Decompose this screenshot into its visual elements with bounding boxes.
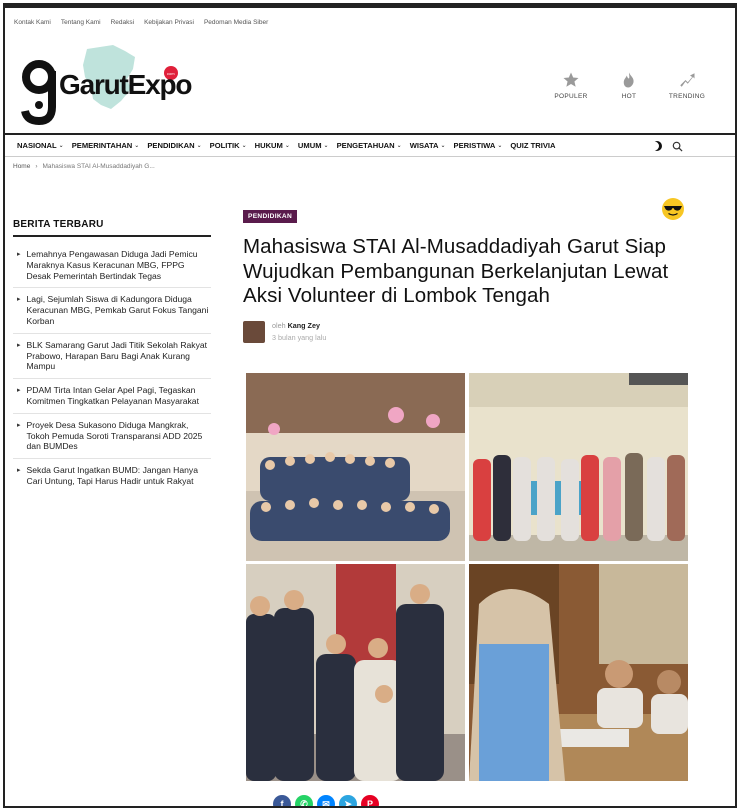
- topbar-link-kontak[interactable]: Kontak Kami: [14, 19, 51, 26]
- logo-text: GarutExpo: [59, 69, 193, 100]
- chevron-down-icon: ⌄: [440, 143, 446, 149]
- sidebar-news-item[interactable]: ▸ Sekda Garut Ingatkan BUMD: Jangan Hanya…: [13, 459, 211, 493]
- site-logo[interactable]: com GarutExpo: [17, 43, 193, 127]
- bullet-icon: ▸: [17, 467, 21, 475]
- author-avatar[interactable]: [243, 320, 265, 343]
- photo-banner-group: [469, 373, 688, 561]
- nav-tools: [651, 140, 683, 152]
- author-line: oleh Kang Zey: [272, 320, 320, 330]
- topbar-link-privasi[interactable]: Kebijakan Privasi: [144, 19, 194, 26]
- nav-item-umum[interactable]: UMUM ⌄: [298, 141, 329, 150]
- page-frame: Kontak Kami Tentang Kami Redaksi Kebijak…: [3, 3, 737, 808]
- messenger-icon[interactable]: ✉: [317, 795, 335, 806]
- share-buttons: f ✆ ✉ ➤ P: [273, 795, 379, 806]
- hot-button[interactable]: HOT: [607, 71, 651, 100]
- nav-item-wisata[interactable]: WISATA ⌄: [410, 141, 446, 150]
- facebook-icon[interactable]: f: [273, 795, 291, 806]
- main-nav: NASIONAL ⌄ PEMERINTAHAN ⌄ PENDIDIKAN ⌄ POLI…: [5, 133, 735, 157]
- chevron-down-icon: ⌄: [241, 143, 247, 149]
- populer-label: POPULER: [554, 93, 588, 100]
- trending-icon: [680, 73, 695, 87]
- bullet-icon: ▸: [17, 251, 21, 258]
- breadcrumb: Home › Mahasiswa STAI Al-Musaddadiyah G.…: [13, 163, 155, 170]
- chevron-down-icon: ⌄: [396, 143, 402, 149]
- nav-item-hukum[interactable]: HUKUM ⌄: [255, 141, 290, 150]
- photo-group-indoor: [246, 373, 465, 561]
- sidebar-latest-news: BERITA TERBARU ▸ Lemahnya Pengawasan Didu…: [13, 219, 211, 493]
- nav-item-pengetahuan[interactable]: PENGETAHUAN ⌄: [337, 141, 402, 150]
- chevron-down-icon: ⌄: [134, 143, 140, 149]
- nav-item-peristiwa[interactable]: PERISTIWA ⌄: [454, 141, 503, 150]
- sidebar-news-item[interactable]: ▸ Lagi, Sejumlah Siswa di Kadungora Didug…: [13, 288, 211, 334]
- chevron-down-icon: ⌄: [323, 143, 329, 149]
- bullet-icon: ▸: [17, 387, 21, 395]
- sidebar-news-item[interactable]: ▸ Proyek Desa Sukasono Diduga Mangkrak, T…: [13, 414, 211, 460]
- topbar-link-redaksi[interactable]: Redaksi: [111, 19, 134, 26]
- nav-item-politik[interactable]: POLITIK ⌄: [210, 141, 247, 150]
- chevron-down-icon: ⌄: [284, 143, 290, 149]
- pinterest-icon[interactable]: P: [361, 795, 379, 806]
- publish-time: 3 bulan yang lalu: [272, 332, 327, 342]
- category-badge[interactable]: PENDIDIKAN: [243, 210, 298, 223]
- trending-label: TRENDING: [668, 93, 706, 100]
- site-header: com GarutExpo POPULER HOT TRENDING: [5, 37, 735, 133]
- author-name[interactable]: Kang Zey: [288, 321, 320, 330]
- topbar-link-pedoman[interactable]: Pedoman Media Siber: [204, 19, 268, 26]
- nav-item-pendidikan[interactable]: PENDIDIKAN ⌄: [147, 141, 201, 150]
- breadcrumb-home[interactable]: Home: [13, 163, 30, 170]
- sidebar-news-item[interactable]: ▸ BLK Samarang Garut Jadi Titik Sekolah R…: [13, 334, 211, 380]
- article-header: PENDIDIKAN Mahasiswa STAI Al-Musaddadiya…: [243, 198, 689, 343]
- sidebar-news-item[interactable]: ▸ PDAM Tirta Intan Gelar Apel Pagi, Tegas…: [13, 379, 211, 414]
- photo-students-posing: [246, 564, 465, 781]
- trending-button[interactable]: TRENDING: [665, 71, 709, 100]
- bullet-icon: ▸: [17, 341, 21, 349]
- whatsapp-icon[interactable]: ✆: [295, 795, 313, 806]
- search-icon[interactable]: [672, 141, 683, 152]
- nav-item-pemerintahan[interactable]: PEMERINTAHAN ⌄: [72, 141, 140, 150]
- top-links-bar: Kontak Kami Tentang Kami Redaksi Kebijak…: [5, 5, 735, 37]
- chevron-down-icon: ⌄: [58, 143, 64, 149]
- bullet-icon: ▸: [17, 296, 21, 304]
- chevron-down-icon: ⌄: [497, 143, 503, 149]
- hot-label: HOT: [621, 93, 637, 100]
- photo-teaching-children: [469, 564, 688, 781]
- breadcrumb-current: Mahasiswa STAI Al-Musaddadiyah G...: [42, 163, 155, 170]
- header-actions: POPULER HOT TRENDING: [549, 71, 709, 100]
- star-icon: [563, 72, 579, 87]
- breadcrumb-separator: ›: [35, 163, 38, 170]
- telegram-icon[interactable]: ➤: [339, 795, 357, 806]
- featured-photo-collage[interactable]: [246, 373, 688, 781]
- topbar-link-tentang[interactable]: Tentang Kami: [61, 19, 101, 26]
- nav-item-nasional[interactable]: NASIONAL ⌄: [17, 141, 64, 150]
- article-title: Mahasiswa STAI Al-Musaddadiyah Garut Sia…: [243, 235, 669, 307]
- bullet-icon: ▸: [17, 421, 21, 429]
- populer-button[interactable]: POPULER: [549, 71, 593, 100]
- dark-mode-toggle-icon[interactable]: [651, 140, 663, 152]
- sunglasses-emoji-icon[interactable]: [661, 197, 685, 221]
- sidebar-news-item[interactable]: ▸ Lemahnya Pengawasan Diduga Jadi Pemicu …: [13, 243, 211, 289]
- article-byline: oleh Kang Zey 3 bulan yang lalu: [243, 320, 689, 343]
- nav-item-quiz-trivia[interactable]: QUIZ TRIVIA: [510, 141, 555, 150]
- chevron-down-icon: ⌄: [196, 143, 202, 149]
- sidebar-title: BERITA TERBARU: [13, 219, 211, 237]
- flame-icon: [623, 72, 634, 88]
